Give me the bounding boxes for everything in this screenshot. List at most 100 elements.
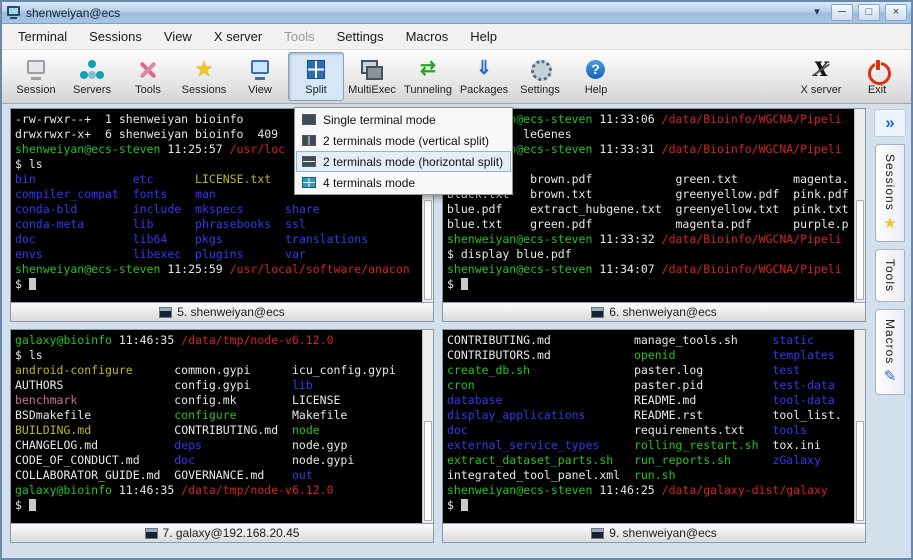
terminal-text-segment: fonts [133,187,168,201]
terminal-scrollbar[interactable] [854,330,865,523]
menu-item-label: 4 terminals mode [323,176,415,190]
toolbar-button-multiexec[interactable]: MultiExec [344,52,400,101]
toolbar-button-settings[interactable]: Settings [512,52,568,101]
terminal-text-segment: run.sh [634,468,676,482]
terminal-text-segment: manage_tools.sh [634,333,738,347]
sidebar-tab-sessions[interactable]: Sessions★ [875,144,905,242]
terminal-text-segment: common.gypi [174,363,250,377]
xserver-icon: X [808,58,834,82]
terminal-text-segment: database [447,393,502,407]
terminal-text-segment: create_db.sh [447,363,530,377]
toolbar-button-label: Tunneling [404,84,452,96]
menu-item-single-terminal-mode[interactable]: Single terminal mode [296,109,511,130]
terminal-text-segment: rolling_restart.sh [634,438,759,452]
toolbar-button-servers[interactable]: Servers [64,52,120,101]
terminal-line: CODE_OF_CONDUCT.md doc node.gypi [15,453,422,468]
toolbar-button-tunneling[interactable]: ⇄ Tunneling [400,52,456,101]
terminal-text-segment: extract_dataset_parts.sh [447,453,613,467]
terminal-text-segment: -rw-rwxr--+ 1 shenweiyan bioinfo [15,112,243,126]
terminal-line: external_service_types rolling_restart.s… [447,438,854,453]
terminal-text-segment [703,408,772,422]
close-button[interactable]: × [885,4,907,21]
toolbar-button-x-server[interactable]: XX server [793,52,849,101]
minimize-button[interactable]: ─ [831,4,853,21]
title-bar[interactable]: shenweiyan@ecs ▾ ─ □ × [2,2,911,24]
menu-item-4-terminals-mode[interactable]: 4 terminals mode [296,172,511,193]
terminal-cursor [461,499,468,511]
menu-item-2-terminals-mode-horizontal-split-[interactable]: 2 terminals mode (horizontal split) [296,151,511,172]
toolbar-button-help[interactable]: Help [568,52,624,101]
terminal-caption[interactable]: 7. galaxy@192.168.20.45 [11,523,433,542]
terminal-text-segment: share [285,202,320,216]
menu-terminal[interactable]: Terminal [8,26,77,47]
menu-macros[interactable]: Macros [396,26,459,47]
terminal-text-segment: static [772,333,814,347]
terminal-text-segment [167,187,195,201]
terminal-caption[interactable]: 5. shenweiyan@ecs [11,302,433,321]
menu-item-2-terminals-mode-vertical-split-[interactable]: 2 terminals mode (vertical split) [296,130,511,151]
tunneling-icon: ⇄ [415,58,441,82]
terminal-text-segment: lib [292,378,313,392]
terminal-text-segment: tox.ini [772,438,820,452]
terminal-text-segment: translations [285,232,368,246]
scrollbar-thumb[interactable] [856,421,864,521]
terminal-text-segment: lib64 [133,232,168,246]
terminal-screen[interactable]: galaxy@bioinfo 11:46:35 /data/tmp/node-v… [11,330,422,523]
terminal-text-segment: tools [772,423,807,437]
sidebar-expand-button[interactable]: » [874,109,906,137]
terminal-text-segment [91,423,174,437]
terminal-pane-4: CONTRIBUTING.md manage_tools.sh staticCO… [442,329,866,543]
terminal-text-segment: external_service_types [447,438,599,452]
terminal-text-segment: etc [133,172,154,186]
maximize-button[interactable]: □ [858,4,880,21]
scrollbar-thumb[interactable] [424,200,432,300]
toolbar-button-split[interactable]: Split [288,52,344,101]
terminal-text-segment [264,468,292,482]
toolbar-button-label: Sessions [182,84,227,96]
toolbar-button-tools[interactable]: Tools [120,52,176,101]
terminal-text-segment: tool_list. [772,408,841,422]
toolbar-button-label: Servers [73,84,111,96]
terminal-scrollbar[interactable] [422,330,433,523]
terminal-line: galaxy@bioinfo 11:46:35 /data/tmp/node-v… [15,333,422,348]
menu-item-label: 2 terminals mode (vertical split) [323,134,489,148]
toolbar-button-view[interactable]: View [232,52,288,101]
terminal-text-segment: config.gypi [174,378,250,392]
terminal-line: BUILDING.md CONTRIBUTING.md node [15,423,422,438]
terminal-caption-label: 9. shenweiyan@ecs [609,526,717,540]
toolbar-button-sessions[interactable]: ★Sessions [176,52,232,101]
terminal-text-segment: galaxy@bioinfo [15,333,112,347]
terminal-caption[interactable]: 9. shenweiyan@ecs [443,523,865,542]
terminal-caption[interactable]: 6. shenweiyan@ecs [443,302,865,321]
menu-x-server[interactable]: X server [204,26,272,47]
terminal-line: android-configure common.gypi icu_config… [15,363,422,378]
toolbar: Session Servers Tools★Sessions View Split Mul… [2,50,911,104]
menu-help[interactable]: Help [460,26,507,47]
terminal-text-segment: $ ls [15,348,43,362]
toolbar-button-exit[interactable]: Exit [849,52,905,101]
toolbar-button-session[interactable]: Session [8,52,64,101]
menu-settings[interactable]: Settings [327,26,394,47]
terminal-line: database README.md tool-data [447,393,854,408]
toolbar-button-label: Split [305,84,326,96]
menu-view[interactable]: View [154,26,202,47]
terminal-text-segment: /data/tmp/node-v6.12.0 [181,483,333,497]
toolbar-button-packages[interactable]: ⇓Packages [456,52,512,101]
scrollbar-thumb[interactable] [424,421,432,521]
terminal-screen[interactable]: CONTRIBUTING.md manage_tools.sh staticCO… [443,330,854,523]
terminal-text-segment [271,217,285,231]
terminal-text-segment [585,408,633,422]
sidebar-tab-tools[interactable]: Tools [875,249,905,302]
help-icon [583,58,609,82]
menu-sessions[interactable]: Sessions [79,26,152,47]
terminal-text-segment [167,232,195,246]
terminal-scrollbar[interactable] [854,109,865,302]
titlebar-menu-icon[interactable]: ▾ [808,4,826,21]
sidebar-tab-macros[interactable]: Macros✎ [875,309,905,395]
toolbar-button-label: Packages [460,84,508,96]
menu-tools[interactable]: Tools [274,26,324,47]
terminal-line: CHANGELOG.md deps node.gyp [15,438,422,453]
scrollbar-thumb[interactable] [856,200,864,300]
terminal-text-segment [63,378,174,392]
toolbar-button-label: View [248,84,272,96]
